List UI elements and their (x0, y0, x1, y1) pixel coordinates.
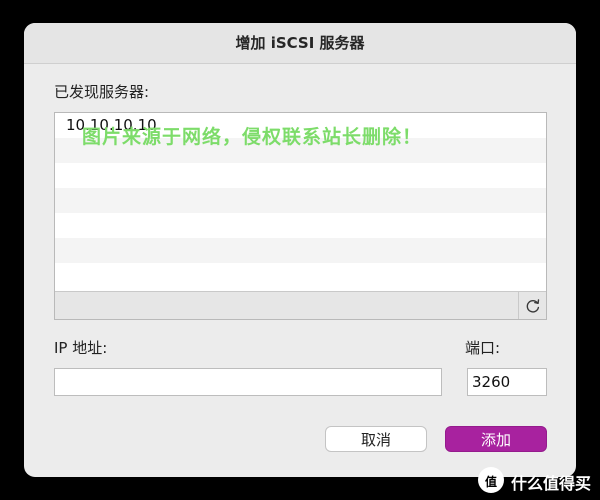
dialog-title: 增加 iSCSI 服务器 (235, 34, 365, 52)
logo-text: 什么值得买 (511, 474, 592, 493)
ip-address-input[interactable] (54, 368, 442, 396)
dialog-titlebar: 增加 iSCSI 服务器 (24, 23, 576, 64)
list-footer-bar (55, 291, 546, 319)
list-empty-row (55, 188, 546, 213)
list-empty-row (55, 213, 546, 238)
logo-mark-glyph: 值 (485, 475, 498, 489)
watermark-text: 图片来源于网络，侵权联系站长删除！ (82, 126, 423, 148)
add-button[interactable]: 添加 (445, 426, 547, 452)
list-empty-row (55, 263, 546, 288)
list-empty-row (55, 163, 546, 188)
found-servers-label: 已发现服务器: (54, 83, 150, 101)
port-input[interactable] (467, 368, 547, 396)
logo-icon: 值 (478, 467, 504, 493)
port-label: 端口: (465, 339, 501, 357)
refresh-button[interactable] (518, 292, 546, 319)
ip-address-label: IP 地址: (54, 339, 108, 357)
refresh-icon (526, 299, 539, 313)
site-logo: 值 什么值得买 (478, 466, 600, 496)
add-iscsi-server-dialog: 增加 iSCSI 服务器 已发现服务器: 10.10.10.10 IP 地址: … (24, 23, 576, 477)
list-empty-row (55, 238, 546, 263)
cancel-button[interactable]: 取消 (325, 426, 427, 452)
